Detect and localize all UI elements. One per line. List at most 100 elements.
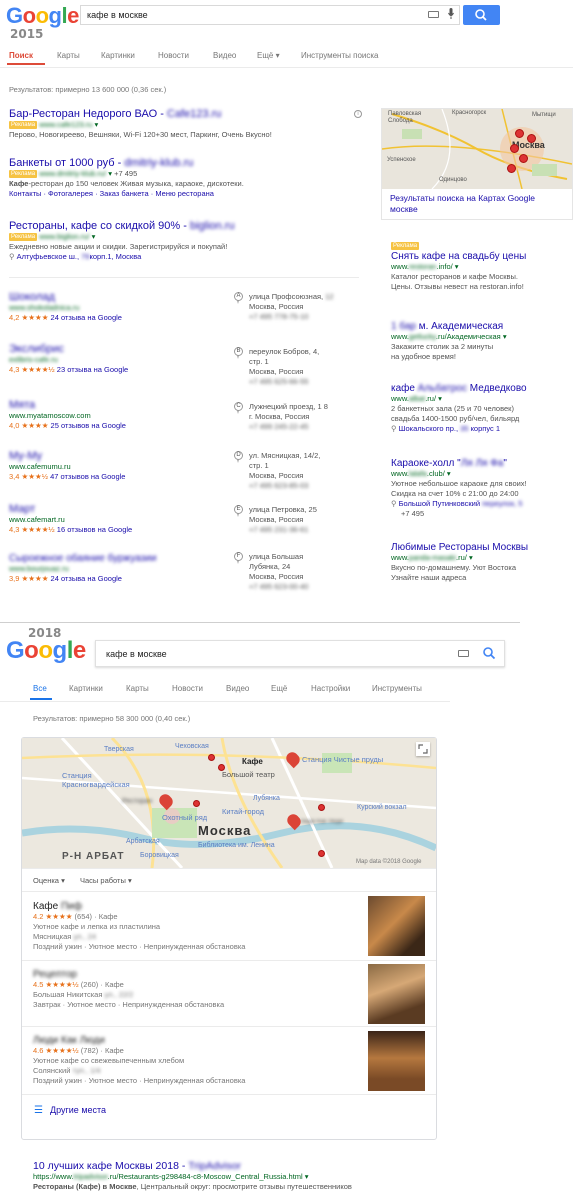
reviews-link[interactable]: 23 отзыва на Google <box>57 365 128 374</box>
place-name[interactable]: Шоколад <box>9 291 229 303</box>
map-thumbnail[interactable]: Павловская Слобода Красногорск Мытищи Мо… <box>382 109 572 189</box>
ad-address[interactable]: ⚲ Шокальского пр., 35 корпус 1 <box>391 424 571 434</box>
tab-more[interactable]: Ещё <box>271 684 287 693</box>
reviews-link[interactable]: 16 отзывов на Google <box>57 525 132 534</box>
map-marker-icon[interactable] <box>515 129 524 138</box>
place-item[interactable]: Кафе Пиф 4.2 ★★★★ (654) · Кафе Уютное ка… <box>22 892 436 961</box>
reviews-link[interactable]: 25 отзывов на Google <box>51 421 126 430</box>
map-marker-icon[interactable]: C <box>234 402 243 414</box>
tab-images[interactable]: Картинки <box>101 51 135 60</box>
keyboard-icon[interactable] <box>428 11 439 18</box>
ad-url[interactable]: www.lalafa.club/ ▾ <box>391 469 573 479</box>
map-marker-icon[interactable] <box>527 134 536 143</box>
ad-url[interactable]: www.getlucky.ru/Академическая ▾ <box>391 332 571 342</box>
tab-news[interactable]: Новости <box>172 684 203 693</box>
more-places-link[interactable]: ☰ Другие места <box>22 1095 436 1125</box>
tab-search[interactable]: Поиск <box>9 51 33 60</box>
reviews-link[interactable]: 47 отзывов на Google <box>50 472 125 481</box>
ad-title[interactable]: Банкеты от 1000 руб - dmitriy-klub.ru <box>9 157 364 169</box>
map-caption-link[interactable]: Результаты поиска на Картах Google москв… <box>382 189 572 219</box>
map-label: Успенское <box>387 157 416 163</box>
map-marker-icon[interactable] <box>208 754 215 761</box>
ad-title[interactable]: кафе Альбатрос Медведково <box>391 383 571 394</box>
map-marker-icon[interactable]: A <box>234 292 243 304</box>
ad-url[interactable]: www.panda-masaki.ru/ ▾ <box>391 553 571 563</box>
map-marker-icon[interactable] <box>193 800 200 807</box>
place-name[interactable]: Экслибрис <box>9 343 229 355</box>
tab-maps[interactable]: Карты <box>57 51 80 60</box>
tab-more[interactable]: Ещё ▾ <box>257 51 280 60</box>
tab-news[interactable]: Новости <box>158 51 189 60</box>
ad-sitelinks[interactable]: Контакты · Фотогалерея · Заказ банкета ·… <box>9 189 364 199</box>
map-view[interactable]: Тверская Чеховская Станция Чистые пруды … <box>22 738 436 868</box>
search-button[interactable] <box>463 5 500 25</box>
map-marker-icon[interactable] <box>318 804 325 811</box>
search-icon[interactable] <box>482 646 496 660</box>
ad-title[interactable]: Снять кафе на свадьбу цены <box>391 251 571 262</box>
side-ad: Реклама Снять кафе на свадьбу цены www.r… <box>391 241 571 292</box>
place-photo[interactable] <box>368 1031 425 1091</box>
search-input[interactable]: кафе в москве <box>80 5 460 25</box>
map-marker-icon[interactable]: E <box>234 505 243 517</box>
reviews-link[interactable]: 24 отзыва на Google <box>51 313 122 322</box>
caret-down-icon[interactable]: ▾ <box>108 169 112 178</box>
place-url[interactable]: exlibris-cafe.ru <box>9 355 229 365</box>
map-marker-icon[interactable] <box>318 850 325 857</box>
map-marker-icon[interactable]: B <box>234 347 243 359</box>
caret-down-icon[interactable]: ▾ <box>95 120 99 129</box>
microphone-icon[interactable] <box>448 8 454 20</box>
search-input[interactable]: кафе в москве <box>95 640 505 667</box>
map-marker-icon[interactable]: D <box>234 451 243 463</box>
tab-video[interactable]: Видео <box>226 684 249 693</box>
tab-video[interactable]: Видео <box>213 51 236 60</box>
ad-url[interactable]: www.albat.ru/ ▾ <box>391 394 571 404</box>
place-item[interactable]: Рецептор 4.5 ★★★★½ (260) · Кафе Большая … <box>22 961 436 1027</box>
place-name[interactable]: Март <box>9 503 229 515</box>
ad-url[interactable]: www.cafe123.ru <box>39 120 92 129</box>
map-marker-icon[interactable] <box>510 144 519 153</box>
place-url[interactable]: www.myatamoscow.com <box>9 411 229 421</box>
place-name[interactable]: Мята <box>9 399 229 411</box>
tab-all[interactable]: Все <box>33 684 47 693</box>
place-url[interactable]: www.cafemart.ru <box>9 515 229 525</box>
tab-settings[interactable]: Настройки <box>311 684 350 693</box>
place-photo[interactable] <box>368 964 425 1024</box>
filter-rating[interactable]: Оценка ▾ <box>33 876 65 885</box>
info-icon[interactable]: i <box>354 110 362 118</box>
caret-down-icon[interactable]: ▾ <box>92 232 96 241</box>
filter-hours[interactable]: Часы работы ▾ <box>80 876 132 885</box>
map-marker-icon[interactable]: F <box>234 552 243 564</box>
tab-search-tools[interactable]: Инструменты поиска <box>301 51 378 60</box>
google-logo[interactable]: Google <box>6 637 86 665</box>
expand-icon[interactable] <box>416 742 430 756</box>
ad-address[interactable]: ⚲ Алтуфьевское ш., 79корп.1, Москва <box>9 252 364 262</box>
ad-title[interactable]: Караоке-холл "Ля Ля Фа" <box>391 458 573 469</box>
tab-maps[interactable]: Карты <box>126 684 149 693</box>
map-marker-icon[interactable] <box>519 154 528 163</box>
tab-images[interactable]: Картинки <box>69 684 103 693</box>
place-url[interactable]: www.cafemumu.ru <box>9 462 229 472</box>
result-url[interactable]: https://www.tripadvisor.ru/Restaurants-g… <box>33 1172 573 1182</box>
ad-title[interactable]: Любимые Рестораны Москвы <box>391 542 571 553</box>
map-marker-icon[interactable] <box>507 164 516 173</box>
ad-label-row: Реклама <box>391 241 571 251</box>
google-logo[interactable]: Google <box>6 3 79 29</box>
ad-url[interactable]: www.biglion.ru/ <box>39 232 89 241</box>
place-item[interactable]: Люди Как Люди 4.6 ★★★★½ (782) · Кафе Уют… <box>22 1027 436 1095</box>
ad-title[interactable]: Бар-Ресторан Недорого ВАО - Cafe123.ru <box>9 108 364 120</box>
reviews-link[interactable]: 24 отзыва на Google <box>51 574 122 583</box>
ad-title[interactable]: Рестораны, кафе со скидкой 90% - biglion… <box>9 220 364 232</box>
ad-title[interactable]: 1 бар м. Академическая <box>391 321 571 332</box>
place-url[interactable]: www.shokoladnica.ru <box>9 303 229 313</box>
place-url[interactable]: www.bourjouaz.ru <box>9 564 234 574</box>
place-name[interactable]: Сыроежное обаяние буржуазии <box>9 553 234 564</box>
map-marker-icon[interactable] <box>218 764 225 771</box>
tab-tools[interactable]: Инструменты <box>372 684 422 693</box>
ad-url[interactable]: www.dmitriy-klub.ru/ <box>39 169 106 178</box>
place-name[interactable]: My-My <box>9 450 229 462</box>
keyboard-icon[interactable] <box>458 650 469 657</box>
ad-address[interactable]: ⚲ Большой Путинковский переулок, 5 <box>391 499 573 509</box>
result-title[interactable]: 10 лучших кафе Москвы 2018 - TripAdvisor <box>33 1160 573 1172</box>
ad-url[interactable]: www.restoran.info/ ▾ <box>391 262 571 272</box>
place-photo[interactable] <box>368 896 425 956</box>
